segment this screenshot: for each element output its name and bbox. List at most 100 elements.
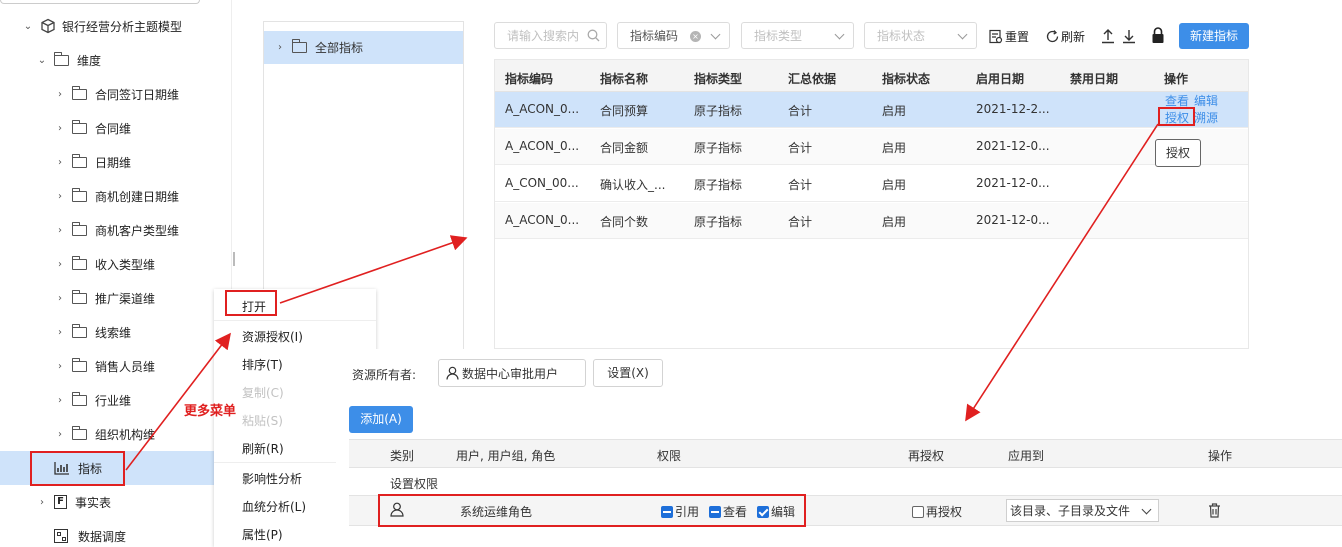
context-menu-item[interactable]: 排序(T) [242,356,283,373]
context-menu-item[interactable]: 影响性分析 [242,470,302,487]
table-cell-type: 原子指标 [694,104,743,118]
new-indicator-button[interactable]: 新建指标 [1179,23,1249,49]
table-cell-start: 2021-12-0... [976,213,1050,227]
perm-group-label: 设置权限 [390,477,439,491]
trace-link[interactable]: 溯源 [1194,109,1218,126]
chevron-right-icon: › [58,326,62,338]
apply-to-select[interactable]: 该目录、子目录及文件 [1006,499,1159,522]
context-menu-divider [214,320,376,321]
table-cell-status: 启用 [882,141,907,155]
table-header-cell: 指标编码 [505,72,554,86]
table-cell-start: 2021-12-2... [976,102,1050,116]
tree-node-label: 日期维 [95,155,132,170]
context-menu-item: 复制(C) [242,386,284,400]
tree-node-data-schedule[interactable]: 数据调度 [54,519,126,547]
tree-node-dimension-item[interactable]: › 日期维 [54,145,131,179]
table-cell-code: A_ACON_0... [505,139,580,153]
filter-code-label: 指标编码 [630,29,679,43]
tree-root[interactable]: ⌄ 银行经营分析主题模型 [22,9,182,43]
tree-node-label: 维度 [77,53,102,68]
tree-node-dimension-item[interactable]: › 合同签订日期维 [54,77,179,111]
download-icon[interactable] [1121,28,1137,44]
context-menu-item[interactable]: 属性(P) [242,526,283,543]
tree-node-dimension-item[interactable]: › 商机客户类型维 [54,213,179,247]
tree-node-label: 销售人员维 [95,359,156,374]
table-cell-type: 原子指标 [694,215,743,229]
table-cell-code: A_CON_00... [505,176,579,190]
perm-header-regrant: 再授权 [908,449,945,463]
grant-tooltip-text: 授权 [1165,146,1190,160]
chevron-right-icon: › [58,88,62,100]
tree-node-fact-table[interactable]: › F 事实表 [36,485,111,519]
chevron-right-icon: › [58,360,62,372]
perm-header-perm: 权限 [657,449,682,463]
tree-node-label: 线索维 [95,325,132,340]
tree-node-label: 合同维 [95,121,132,136]
context-menu-item[interactable]: 刷新(R) [242,440,284,457]
tree-node-label: 商机客户类型维 [95,223,180,238]
chevron-right-icon: › [58,156,62,168]
delete-icon[interactable] [1208,503,1221,518]
owner-value: 数据中心审批用户 [462,366,559,381]
upload-icon[interactable] [1100,28,1116,44]
refresh-icon [1046,29,1059,42]
clear-icon[interactable]: × [690,31,701,42]
folder-icon [71,289,87,304]
tree-node-dimension-item[interactable]: › 合同维 [54,111,131,145]
owner-label: 资源所有者: [352,368,417,382]
search-placeholder: 请输入搜索内 [507,29,580,43]
table-cell-name: 合同个数 [600,215,649,229]
tree-node-dimension-item[interactable]: › 推广渠道维 [54,281,155,315]
filter-status-label: 指标状态 [877,29,926,43]
filter-code-select[interactable]: 指标编码 × [617,22,730,49]
folder-icon [71,255,87,270]
add-label: 添加(A) [360,412,402,426]
tree-node-label: 商机创建日期维 [95,189,180,204]
filter-status-select[interactable]: 指标状态 [864,22,977,49]
table-cell-agg: 合计 [788,104,813,118]
folder-icon [71,391,87,406]
filter-type-select[interactable]: 指标类型 [741,22,854,49]
chevron-right-icon: › [58,394,62,406]
table-header-cell: 指标类型 [694,72,743,86]
chevron-down-icon [710,29,721,40]
folder-icon [71,187,87,202]
context-menu-item[interactable]: 血统分析(L) [242,498,306,515]
table-cell-start: 2021-12-0... [976,139,1050,153]
tree-node-dimension-item[interactable]: › 收入类型维 [54,247,155,281]
lock-icon[interactable] [1151,27,1165,44]
table-cell-name: 合同金额 [600,141,649,155]
perm-header-category: 类别 [390,449,415,463]
refresh-button[interactable]: 刷新 [1045,27,1085,45]
add-button[interactable]: 添加(A) [349,406,413,433]
filter-type-label: 指标类型 [754,29,803,43]
table-cell-status: 启用 [882,215,907,229]
tree-node-dimension-item[interactable]: › 销售人员维 [54,349,155,383]
table-cell-agg: 合计 [788,215,813,229]
owner-field[interactable]: 数据中心审批用户 [438,359,586,387]
annotation-box-grant [1158,107,1195,126]
splitter-handle[interactable] [233,252,235,266]
folder-icon [71,323,87,338]
owner-set-button[interactable]: 设置(X) [593,359,663,387]
tree-node-dimension-item[interactable]: › 行业维 [54,383,131,417]
regrant-label: 再授权 [926,505,963,519]
tree-node-dimension[interactable]: ⌄ 维度 [36,43,101,77]
folder-icon [71,153,87,168]
tree-node-dimension-item[interactable]: › 商机创建日期维 [54,179,179,213]
context-menu-item[interactable]: 资源授权(I) [242,328,303,345]
perm-header-op: 操作 [1208,449,1233,463]
chevron-down-icon [834,29,845,40]
search-input[interactable]: 请输入搜索内 [494,22,607,49]
tree-node-dimension-item[interactable]: › 线索维 [54,315,131,349]
regrant-checkbox[interactable]: 再授权 [912,503,962,520]
folder-icon [53,51,69,66]
edit-link[interactable]: 编辑 [1194,92,1218,109]
folder-all-selected[interactable]: › 全部指标 [264,31,463,64]
tree-node-label: 数据调度 [78,529,127,544]
table-cell-code: A_ACON_0... [505,102,580,116]
table-cell-status: 启用 [882,178,907,192]
tree-node-dimension-item[interactable]: › 组织机构维 [54,417,155,451]
apply-to-value: 该目录、子目录及文件 [1010,504,1131,518]
reset-button[interactable]: 重置 [988,27,1029,45]
